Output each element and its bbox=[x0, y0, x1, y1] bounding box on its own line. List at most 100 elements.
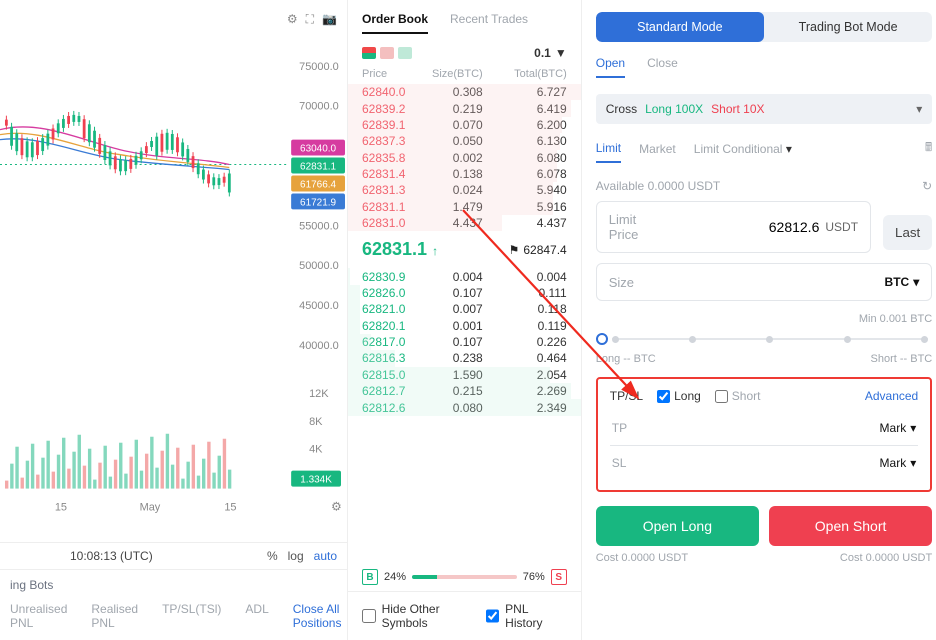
price-chart[interactable]: 75000.070000.065000.060000.055000.050000… bbox=[0, 0, 347, 519]
trading-bot-mode-tab[interactable]: Trading Bot Mode bbox=[764, 12, 932, 42]
limit-price-label: Limit Price bbox=[609, 212, 639, 242]
standard-mode-tab[interactable]: Standard Mode bbox=[596, 12, 764, 42]
tpsl-short-check[interactable]: Short bbox=[715, 389, 761, 403]
order-type-market[interactable]: Market bbox=[639, 142, 676, 162]
tab-recent-trades[interactable]: Recent Trades bbox=[450, 12, 528, 34]
pct-toggle[interactable]: % bbox=[267, 549, 278, 563]
ob-row[interactable]: 62820.10.0010.119 bbox=[348, 318, 581, 334]
auto-toggle[interactable]: auto bbox=[314, 549, 337, 563]
order-type-limit-conditional[interactable]: Limit Conditional ▾ bbox=[694, 142, 792, 162]
tpsl-long-check[interactable]: Long bbox=[657, 389, 701, 403]
ratio-badge-b: B bbox=[362, 569, 378, 585]
flag-icon: ⚑ bbox=[509, 243, 520, 257]
tab-close[interactable]: Close bbox=[647, 56, 678, 78]
svg-text:61721.9: 61721.9 bbox=[300, 197, 336, 208]
svg-text:61766.4: 61766.4 bbox=[300, 179, 336, 190]
size-input[interactable] bbox=[634, 274, 885, 290]
svg-text:4K: 4K bbox=[309, 444, 323, 456]
ob-row[interactable]: 62817.00.1070.226 bbox=[348, 334, 581, 350]
ob-row[interactable]: 62812.70.2152.269 bbox=[348, 383, 581, 399]
ob-view-bids-icon[interactable] bbox=[398, 47, 412, 59]
svg-text:8K: 8K bbox=[309, 416, 323, 428]
bots-tab[interactable]: Realised PNL bbox=[91, 602, 138, 630]
ob-row[interactable]: 62821.00.0070.118 bbox=[348, 301, 581, 317]
svg-text:12K: 12K bbox=[309, 388, 329, 400]
tp-label: TP bbox=[612, 421, 642, 435]
min-size-note: Min 0.001 BTC bbox=[596, 313, 933, 325]
caret-down-icon: ▼ bbox=[555, 46, 567, 60]
bots-tab[interactable]: Unrealised PNL bbox=[10, 602, 67, 630]
svg-text:40000.0: 40000.0 bbox=[299, 340, 339, 352]
svg-text:50000.0: 50000.0 bbox=[299, 260, 339, 272]
cost-long: Cost 0.0000 USDT bbox=[596, 552, 688, 564]
svg-text:May: May bbox=[140, 502, 161, 514]
ratio-badge-s: S bbox=[551, 569, 567, 585]
tpsl-box: TP/SL Long Short Advanced TP Mark ▾ SL bbox=[596, 377, 933, 492]
svg-text:70000.0: 70000.0 bbox=[299, 101, 339, 113]
ratio-bar bbox=[412, 575, 517, 579]
ob-row[interactable]: 62826.00.1070.111 bbox=[348, 285, 581, 301]
bots-tab[interactable]: ADL bbox=[245, 602, 268, 630]
sl-trigger-select[interactable]: Mark ▾ bbox=[880, 456, 917, 470]
ob-row[interactable]: 62837.30.0506.130 bbox=[348, 133, 581, 149]
last-button[interactable]: Last bbox=[883, 215, 932, 250]
ob-row[interactable]: 62831.40.1386.078 bbox=[348, 166, 581, 182]
sl-label: SL bbox=[612, 456, 642, 470]
bots-tab[interactable]: TP/SL(TSl) bbox=[162, 602, 221, 630]
tp-trigger-select[interactable]: Mark ▾ bbox=[880, 421, 917, 435]
transfer-icon[interactable]: ↻ bbox=[922, 179, 932, 193]
open-long-button[interactable]: Open Long bbox=[596, 506, 759, 546]
ratio-b: 24% bbox=[384, 571, 406, 583]
ob-row[interactable]: 62830.90.0040.004 bbox=[348, 268, 581, 284]
mark-price[interactable]: ⚑ 62847.4 bbox=[509, 243, 567, 257]
bots-tab[interactable]: Close All Positions bbox=[293, 602, 342, 630]
leverage-selector[interactable]: Cross Long 100X Short 10X ▾ bbox=[596, 94, 933, 124]
svg-text:1.334K: 1.334K bbox=[300, 475, 332, 486]
ob-row[interactable]: 62840.00.3086.727 bbox=[348, 84, 581, 100]
ob-step-select[interactable]: 0.1 ▼ bbox=[534, 46, 567, 60]
bots-title: ing Bots bbox=[0, 570, 347, 596]
svg-text:⚙: ⚙ bbox=[331, 500, 342, 514]
ob-row[interactable]: 62831.30.0245.940 bbox=[348, 182, 581, 198]
ob-hdr-total: Total(BTC) bbox=[483, 68, 567, 80]
order-type-limit[interactable]: Limit bbox=[596, 141, 621, 163]
size-label: Size bbox=[609, 275, 634, 290]
last-price: 62831.1 ↑ bbox=[362, 239, 438, 260]
tab-open[interactable]: Open bbox=[596, 56, 625, 78]
calculator-icon[interactable]: 🖩 bbox=[925, 138, 932, 165]
ob-row[interactable]: 62812.60.0802.349 bbox=[348, 399, 581, 415]
caret-down-icon: ▾ bbox=[916, 102, 922, 116]
ob-view-both-icon[interactable] bbox=[362, 47, 376, 59]
ob-row[interactable]: 62815.01.5902.054 bbox=[348, 367, 581, 383]
chart-time: 10:08:13 (UTC) bbox=[10, 549, 153, 563]
long-alloc-label: Long -- BTC bbox=[596, 353, 656, 365]
hide-symbols-toggle[interactable]: Hide Other Symbols bbox=[362, 602, 486, 630]
ob-row[interactable]: 62839.10.0706.200 bbox=[348, 117, 581, 133]
ob-hdr-size: Size(BTC) bbox=[432, 68, 483, 80]
svg-text:62831.1: 62831.1 bbox=[300, 162, 336, 173]
ob-view-asks-icon[interactable] bbox=[380, 47, 394, 59]
ob-row[interactable]: 62816.30.2380.464 bbox=[348, 350, 581, 366]
ob-row[interactable]: 62839.20.2196.419 bbox=[348, 100, 581, 116]
tpsl-title: TP/SL bbox=[610, 389, 643, 403]
limit-price-input[interactable] bbox=[638, 219, 825, 235]
svg-text:55000.0: 55000.0 bbox=[299, 220, 339, 232]
advanced-link[interactable]: Advanced bbox=[865, 389, 918, 403]
ob-row[interactable]: 62831.11.4795.916 bbox=[348, 199, 581, 215]
pnl-history-toggle[interactable]: PNL History bbox=[486, 602, 567, 630]
open-short-button[interactable]: Open Short bbox=[769, 506, 932, 546]
log-toggle[interactable]: log bbox=[288, 549, 304, 563]
svg-text:45000.0: 45000.0 bbox=[299, 300, 339, 312]
ob-row[interactable]: 62831.04.4374.437 bbox=[348, 215, 581, 231]
ob-hdr-price: Price bbox=[362, 68, 432, 80]
size-unit-select[interactable]: BTC ▾ bbox=[885, 275, 920, 289]
short-alloc-label: Short -- BTC bbox=[871, 353, 933, 365]
tab-order-book[interactable]: Order Book bbox=[362, 12, 428, 34]
cost-short: Cost 0.0000 USDT bbox=[840, 552, 932, 564]
svg-text:75000.0: 75000.0 bbox=[299, 61, 339, 73]
size-slider[interactable] bbox=[596, 333, 933, 345]
svg-text:15: 15 bbox=[55, 502, 67, 514]
ratio-s: 76% bbox=[523, 571, 545, 583]
ob-row[interactable]: 62835.80.0026.080 bbox=[348, 150, 581, 166]
svg-text:63040.0: 63040.0 bbox=[300, 144, 336, 155]
